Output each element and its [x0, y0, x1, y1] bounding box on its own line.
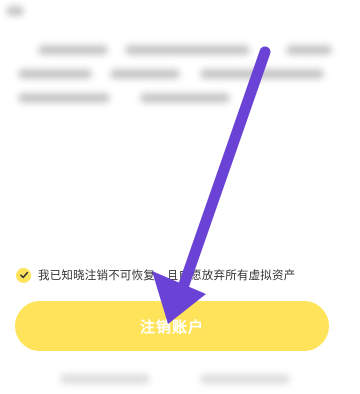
blurred-text-line [38, 45, 108, 55]
blurred-text-line [140, 93, 230, 103]
cancel-account-button[interactable]: 注销账户 [15, 301, 329, 351]
blurred-text-line [125, 45, 250, 55]
blurred-text-line [6, 6, 24, 16]
blurred-text-line [110, 69, 180, 79]
blurred-text-line [60, 374, 150, 384]
agreement-row[interactable]: 我已知晓注销不可恢复，且自愿放弃所有虚拟资产 [16, 264, 346, 286]
blurred-text-line [200, 69, 324, 79]
blurred-text-line [18, 69, 92, 79]
blurred-text-line [286, 45, 332, 55]
blurred-text-line [200, 374, 290, 384]
agreement-text: 我已知晓注销不可恢复，且自愿放弃所有虚拟资产 [38, 268, 296, 282]
blurred-text-line [18, 93, 110, 103]
check-icon[interactable] [16, 267, 31, 283]
